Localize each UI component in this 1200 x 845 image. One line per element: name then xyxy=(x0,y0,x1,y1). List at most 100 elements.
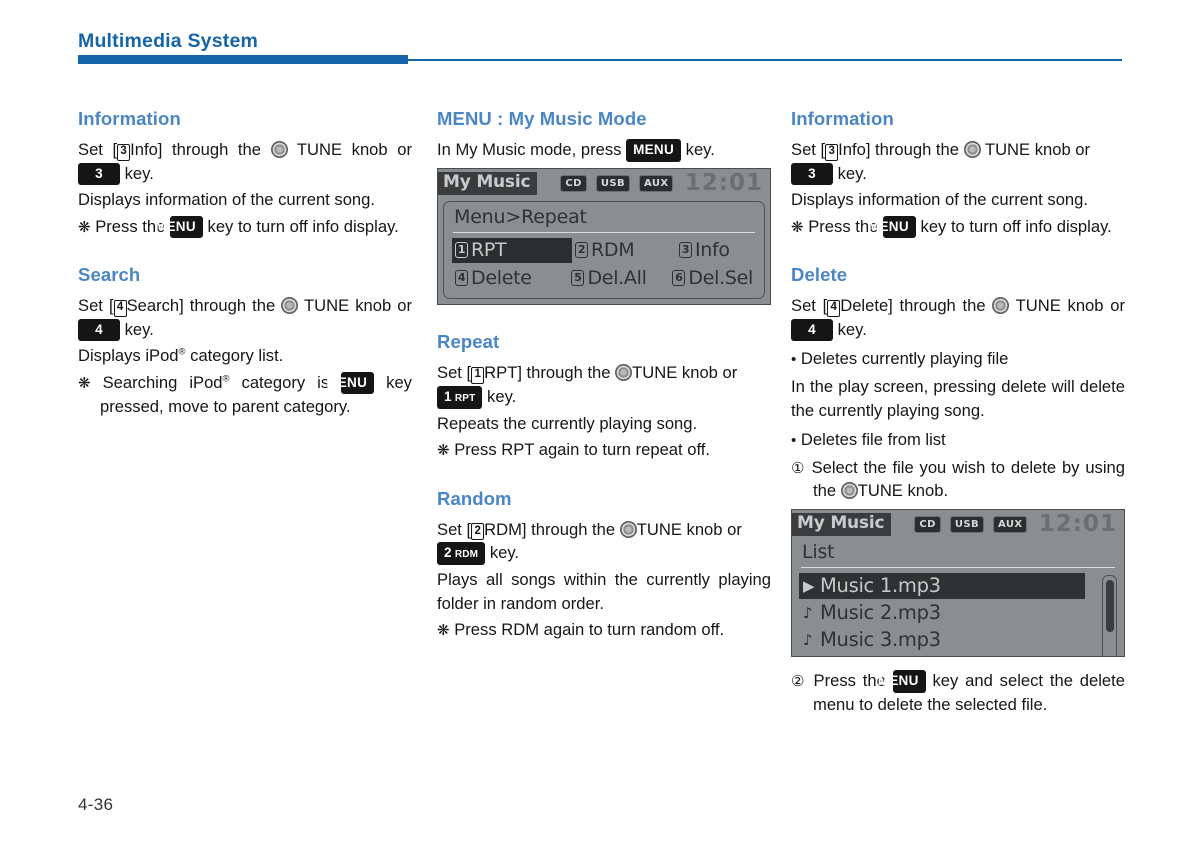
information-instruction: Set [3 Info] through the TUNE knob or 3 k… xyxy=(78,138,412,186)
scrollbar-thumb[interactable] xyxy=(1105,580,1114,633)
bullet-symbol: • xyxy=(791,432,797,450)
section-delete: Delete Set [4 Delete] through the TUNE kn… xyxy=(791,264,1125,716)
text-fragment: key. xyxy=(837,319,867,339)
music-note-icon: ♪ xyxy=(803,630,813,649)
text-fragment: Deletes file from list xyxy=(800,430,946,450)
lcd-breadcrumb: Menu>Repeat xyxy=(454,205,587,228)
lcd-menu-row-2: 4 Delete 5 Del.All 6 Del.Sel xyxy=(444,266,764,291)
lcd-divider xyxy=(453,231,755,234)
information-instruction: Set [3 Info] through the TUNE knob or 3 k… xyxy=(791,138,1125,186)
repeat-instruction: Set [1 RPT] through the TUNE knob or 1 RPT… xyxy=(437,361,771,409)
text-fragment: Set [ xyxy=(437,363,472,383)
text-fragment: Set [ xyxy=(791,140,826,159)
asterisk-note-symbol: ❋ xyxy=(78,218,91,236)
key-badge-4[interactable]: 4 xyxy=(78,318,120,342)
lcd-clock: 12:01 xyxy=(684,169,763,196)
delete-step-2: ② Press the MENU key and select the dele… xyxy=(791,669,1125,716)
heading-repeat: Repeat xyxy=(437,331,500,353)
play-arrow-icon: ▶ xyxy=(803,576,815,595)
text-fragment: In My Music mode, press xyxy=(437,140,622,159)
lcd-menu-item-label: RDM xyxy=(591,239,635,262)
key-sublabel: RDM xyxy=(454,549,479,561)
key-number: 2 xyxy=(444,545,452,561)
registered-mark: ® xyxy=(222,373,230,385)
information-description: Displays information of the current song… xyxy=(78,190,375,210)
lcd-breadcrumb: List xyxy=(802,540,835,563)
section-information-left: Information Set [3 Info] through the TUNE… xyxy=(78,108,412,239)
key-badge-menu[interactable]: MENU xyxy=(868,215,916,239)
circled-number-1: 1 xyxy=(455,241,468,259)
key-badge-3[interactable]: 3 xyxy=(78,162,120,186)
text-fragment: RDM] through the xyxy=(484,519,616,539)
heading-delete: Delete xyxy=(791,264,848,286)
key-badge-menu[interactable]: MENU xyxy=(326,371,375,395)
lcd-menu-item-rpt[interactable]: 1 RPT xyxy=(452,238,572,264)
text-fragment: key. xyxy=(124,163,154,183)
text-fragment: key. xyxy=(124,319,154,339)
page-header: Multimedia System xyxy=(0,0,1200,78)
key-badge-2-rdm[interactable]: 2 RDM xyxy=(437,542,486,566)
heading-search: Search xyxy=(78,264,141,286)
list-item[interactable]: ▶ Music 1.mp3 xyxy=(799,573,1085,600)
source-badge-usb: USB xyxy=(949,516,984,534)
text-fragment: category is xyxy=(229,372,330,392)
search-note: ❋ Searching iPod® category is MENU key p… xyxy=(78,371,412,418)
text-fragment: key to turn off info display. xyxy=(920,216,1112,236)
lcd-menu-item-label: Del.All xyxy=(587,267,647,290)
content-column-left: Information Set [3 Info] through the TUNE… xyxy=(78,108,412,421)
key-badge-menu[interactable]: MENU xyxy=(878,670,926,693)
list-item-label: Music 3.mp3 xyxy=(820,628,941,652)
key-badge-3[interactable]: 3 xyxy=(791,162,833,186)
key-number: 1 xyxy=(444,388,452,404)
lcd-mode-label: My Music xyxy=(792,513,892,537)
lcd-top-bar: My Music CD USB AUX 12:01 xyxy=(792,509,1124,540)
scrollbar[interactable] xyxy=(1102,575,1117,657)
lcd-divider xyxy=(801,566,1115,569)
random-note: ❋ Press RDM again to turn random off. xyxy=(437,618,771,642)
lcd-menu-item-delete[interactable]: 4 Delete xyxy=(452,266,568,291)
text-fragment: Searching iPod xyxy=(102,372,223,392)
circled-number-4: 4 xyxy=(827,299,841,317)
lcd-menu-item-label: RPT xyxy=(471,239,507,262)
key-badge-menu[interactable]: MENU xyxy=(155,215,203,239)
tune-knob-icon xyxy=(615,364,633,382)
circled-number-3: 3 xyxy=(825,143,839,161)
lcd-screenshot-list: My Music CD USB AUX 12:01 List ▶ Music 1.… xyxy=(791,508,1125,658)
key-sublabel: RPT xyxy=(454,392,476,404)
search-description: Displays iPod® category list. xyxy=(78,344,412,368)
tune-knob-icon xyxy=(992,297,1010,315)
heading-information: Information xyxy=(791,108,894,129)
lcd-menu-item-rdm[interactable]: 2 RDM xyxy=(572,238,676,263)
lcd-menu-item-info[interactable]: 3 Info xyxy=(676,238,733,263)
key-badge-4[interactable]: 4 xyxy=(791,318,833,342)
circled-number-4: 4 xyxy=(455,269,468,287)
circled-number-5: 5 xyxy=(571,269,585,287)
tune-knob-icon xyxy=(619,520,637,538)
circled-number-3: 3 xyxy=(117,143,131,161)
lcd-top-bar: My Music CD USB AUX 12:01 xyxy=(438,168,770,199)
lcd-menu-item-del-sel[interactable]: 6 Del.Sel xyxy=(669,266,756,291)
circled-number-6: 6 xyxy=(672,269,686,287)
repeat-note: ❋ Press RPT again to turn repeat off. xyxy=(437,438,771,462)
page-title: Multimedia System xyxy=(78,30,259,52)
lcd-source-indicators: CD USB AUX xyxy=(551,175,674,193)
circled-number-1: 1 xyxy=(471,366,485,384)
text-fragment: TUNE knob. xyxy=(857,481,949,501)
random-description: Plays all songs within the currently pla… xyxy=(437,570,771,613)
bullet-symbol: • xyxy=(791,351,797,369)
key-badge-menu[interactable]: MENU xyxy=(626,139,682,162)
list-item[interactable]: ♪ Music 3.mp3 xyxy=(799,627,1085,653)
circled-number-2: 2 xyxy=(575,241,588,259)
information-note: ❋ Press the MENU key to turn off info di… xyxy=(791,215,1125,239)
text-fragment: Set [ xyxy=(78,140,118,159)
text-fragment: key. xyxy=(837,163,867,183)
source-badge-usb: USB xyxy=(595,175,630,193)
key-badge-1-rpt[interactable]: 1 RPT xyxy=(437,385,483,409)
circled-number-4: 4 xyxy=(113,299,127,317)
random-instruction: Set [2 RDM] through the TUNE knob or 2 RDM… xyxy=(437,518,771,566)
lcd-menu-item-del-all[interactable]: 5 Del.All xyxy=(568,266,669,291)
delete-paragraph-1: In the play screen, pressing delete will… xyxy=(791,376,1125,420)
music-note-icon: ♪ xyxy=(803,603,813,622)
header-rule-thick xyxy=(78,55,408,64)
list-item[interactable]: ♪ Music 2.mp3 xyxy=(799,600,1085,626)
